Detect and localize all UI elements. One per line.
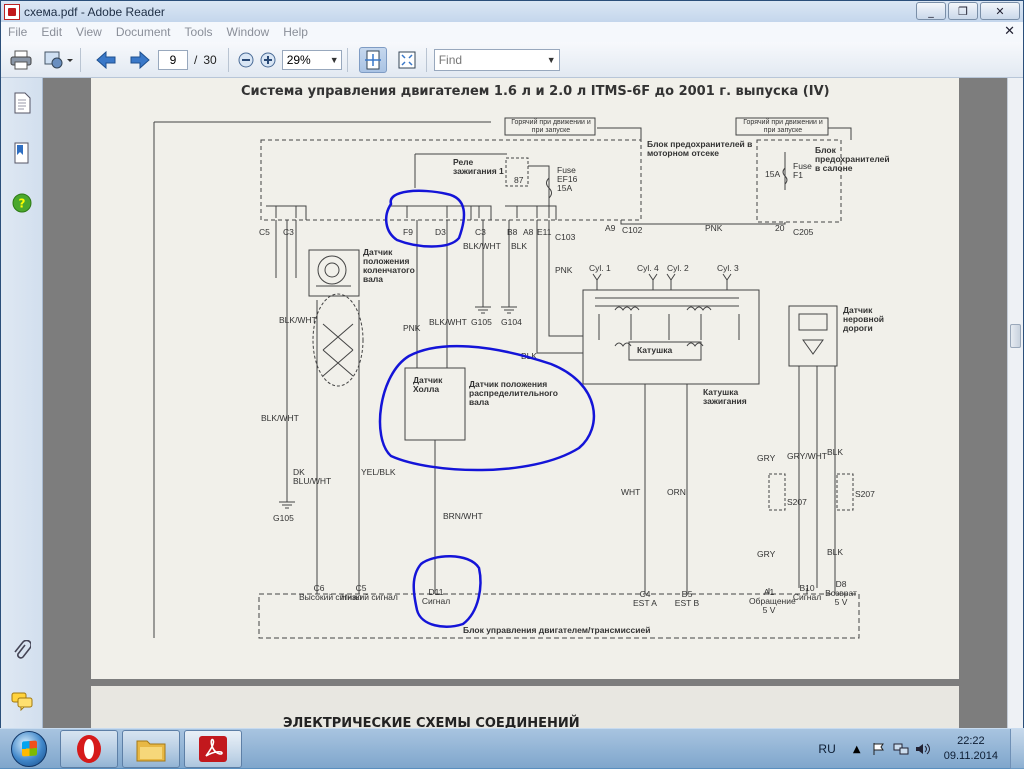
language-indicator[interactable]: RU: [818, 742, 835, 756]
clock-time: 22:22: [957, 735, 985, 747]
menu-view[interactable]: View: [69, 25, 109, 39]
menu-tools[interactable]: Tools: [178, 25, 220, 39]
next-pdf-page: ЭЛЕКТРИЧЕСКИЕ СХЕМЫ СОЕДИНЕНИЙ: [91, 686, 959, 728]
window-controls: _ ❐ ✕: [916, 2, 1020, 20]
minimize-icon: _: [928, 4, 934, 18]
paperclip-icon: [14, 640, 31, 659]
zoom-level-select[interactable]: 29% ▼: [281, 49, 342, 70]
taskbar-adobe-reader[interactable]: [184, 730, 242, 768]
page-separator: /: [194, 52, 198, 67]
close-button[interactable]: ✕: [980, 2, 1020, 20]
scroll-thumb[interactable]: [1010, 324, 1021, 348]
arrow-left-icon: [96, 50, 116, 69]
show-hidden-icons-button[interactable]: ▲: [849, 741, 865, 757]
pages-panel-button[interactable]: [11, 92, 33, 114]
action-center-icon[interactable]: [871, 741, 887, 757]
title-bar: схема.pdf - Adobe Reader _ ❐ ✕: [1, 1, 1023, 22]
toolbar-separator: [80, 47, 81, 72]
menu-bar: File Edit View Document Tools Window Hel…: [1, 22, 1023, 42]
menu-help[interactable]: Help: [276, 25, 315, 39]
toolbar: 9 / 30 29% ▼ Find ▼: [1, 42, 1023, 78]
zoom-out-icon: [238, 52, 254, 67]
volume-icon[interactable]: [915, 741, 931, 757]
page-total: 30: [203, 52, 217, 67]
adobe-reader-window: схема.pdf - Adobe Reader _ ❐ ✕ File Edit…: [0, 0, 1024, 728]
next-page-button[interactable]: [126, 47, 154, 73]
pdf-file-icon: [4, 3, 20, 20]
help-icon: ?: [12, 193, 32, 213]
clock-date: 09.11.2014: [943, 750, 998, 762]
opera-icon: [77, 735, 101, 763]
share-button[interactable]: [41, 47, 75, 73]
clock[interactable]: 22:22 09.11.2014: [944, 734, 998, 764]
system-tray: RU ▲ 22:22 09.11.2014: [818, 729, 1024, 769]
windows-taskbar: RU ▲ 22:22 09.11.2014: [0, 728, 1024, 769]
pages-icon: [14, 92, 31, 114]
fit-width-icon: [398, 51, 416, 68]
maximize-button[interactable]: ❐: [948, 2, 978, 20]
page-number-input[interactable]: 9: [158, 49, 188, 70]
start-button[interactable]: [3, 730, 55, 768]
show-desktop-button[interactable]: [1010, 729, 1024, 769]
chevron-down-icon: ▼: [329, 54, 339, 65]
taskbar-explorer[interactable]: [122, 730, 180, 768]
find-input[interactable]: Find ▼: [433, 48, 560, 71]
annotation-circle-d11: [412, 555, 482, 628]
find-placeholder: Find: [438, 52, 463, 67]
window-title: схема.pdf - Adobe Reader: [24, 4, 165, 19]
menu-edit[interactable]: Edit: [34, 25, 69, 39]
menu-file[interactable]: File: [1, 25, 34, 39]
svg-text:?: ?: [19, 197, 26, 211]
zoom-value: 29%: [286, 52, 311, 67]
bookmark-icon: [14, 142, 29, 164]
document-close-button[interactable]: ✕: [1004, 24, 1015, 39]
chevron-down-icon: ▼: [546, 54, 556, 65]
navigation-panel: ?: [1, 78, 43, 728]
zoom-out-button[interactable]: [236, 47, 256, 73]
adobe-reader-icon: [199, 736, 227, 762]
menu-window[interactable]: Window: [220, 25, 277, 39]
comments-panel-button[interactable]: [11, 690, 33, 712]
annotation-circle-f9-d3: [384, 189, 466, 248]
taskbar-opera[interactable]: [60, 730, 118, 768]
collaborate-icon: [44, 51, 73, 68]
annotation-circle-cam-sensor: [378, 344, 596, 472]
help-panel-button[interactable]: ?: [11, 192, 33, 214]
vertical-scrollbar[interactable]: [1007, 78, 1023, 728]
toolbar-separator: [425, 47, 427, 72]
zoom-in-icon: [260, 52, 276, 67]
folder-icon: [136, 740, 166, 762]
close-icon: ✕: [995, 4, 1005, 18]
menu-document[interactable]: Document: [109, 25, 178, 39]
document-viewport[interactable]: Система управления двигателем 1.6 л и 2.…: [43, 78, 1007, 728]
zoom-in-button[interactable]: [258, 47, 278, 73]
print-button[interactable]: [7, 47, 35, 73]
arrow-right-icon: [130, 50, 150, 69]
annotation-layer: [378, 189, 596, 628]
attachments-panel-button[interactable]: [11, 640, 33, 662]
full-screen-button[interactable]: [393, 47, 421, 73]
fit-page-button[interactable]: [358, 46, 387, 73]
previous-page-button[interactable]: [92, 47, 120, 73]
toolbar-separator: [346, 47, 348, 72]
minimize-button[interactable]: _: [916, 2, 946, 20]
pdf-page: Система управления двигателем 1.6 л и 2.…: [91, 78, 959, 679]
restore-icon: ❐: [958, 4, 968, 18]
network-icon[interactable]: [893, 741, 909, 757]
comment-icon: [11, 692, 33, 711]
printer-icon: [10, 50, 32, 69]
toolbar-separator: [227, 47, 229, 72]
bookmarks-panel-button[interactable]: [11, 142, 33, 164]
fit-page-icon: [364, 50, 381, 69]
next-page-heading: ЭЛЕКТРИЧЕСКИЕ СХЕМЫ СОЕДИНЕНИЙ: [283, 716, 580, 728]
windows-logo-icon: [11, 731, 47, 767]
